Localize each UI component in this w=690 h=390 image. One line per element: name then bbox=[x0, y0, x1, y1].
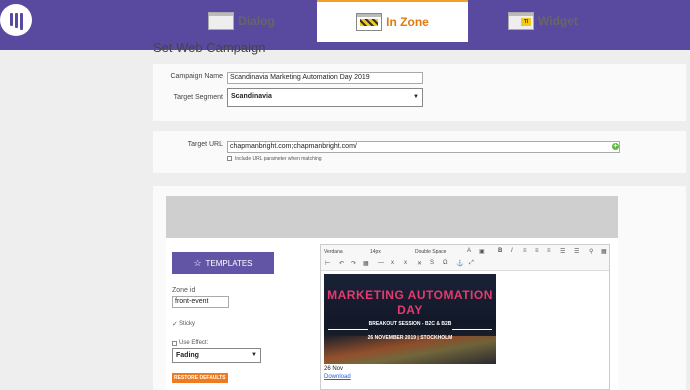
editor-toolbar bbox=[321, 245, 609, 271]
sticky-checkbox[interactable]: ✓ bbox=[172, 320, 178, 328]
horizontal-rule-icon[interactable]: — bbox=[378, 260, 384, 266]
add-url-icon[interactable]: + bbox=[612, 143, 619, 150]
divider bbox=[328, 329, 368, 330]
target-url-label: Target URL bbox=[187, 141, 223, 148]
dialog-icon bbox=[208, 12, 235, 30]
campaign-name-label: Campaign Name bbox=[170, 73, 223, 80]
templates-label: TEMPLATES bbox=[205, 258, 253, 268]
fullscreen-icon[interactable]: ⤢ bbox=[469, 260, 474, 267]
download-link[interactable]: Download bbox=[324, 374, 351, 380]
tab-widget[interactable]: Widget bbox=[468, 0, 618, 42]
banner-date-line: 26 NOVEMBER 2019 | STOCKHOLM bbox=[367, 335, 453, 341]
align-right-icon[interactable]: ≡ bbox=[547, 248, 551, 254]
source-code-icon[interactable]: ⊢ bbox=[325, 260, 330, 267]
line-spacing-select[interactable]: Double Space bbox=[415, 249, 446, 255]
target-segment-select[interactable]: Scandinavia ▼ bbox=[227, 88, 423, 107]
use-effect-checkbox[interactable] bbox=[172, 341, 177, 346]
use-effect-label: Use Effect: bbox=[179, 340, 209, 346]
effect-value: Fading bbox=[176, 352, 199, 359]
restore-defaults-button[interactable]: RESTORE DEFAULTS bbox=[172, 373, 228, 383]
star-icon: ☆ bbox=[193, 257, 202, 268]
align-left-icon[interactable]: ≡ bbox=[523, 248, 527, 254]
widget-icon bbox=[508, 12, 535, 30]
highlight-icon[interactable]: ▣ bbox=[479, 248, 485, 255]
clear-format-icon[interactable]: ✕ bbox=[417, 260, 422, 267]
undo-icon[interactable]: ↶ bbox=[339, 260, 344, 267]
sticky-label: Sticky bbox=[179, 321, 196, 327]
text-color-icon[interactable]: A bbox=[467, 248, 471, 254]
bold-icon[interactable]: B bbox=[498, 248, 502, 254]
image-icon[interactable]: ▦ bbox=[601, 248, 607, 255]
special-char-icon[interactable]: Ω bbox=[443, 260, 448, 266]
strikethrough-icon[interactable]: S bbox=[430, 260, 434, 266]
tab-dialog[interactable]: Dialog bbox=[166, 0, 317, 42]
font-family-select[interactable]: Verdana bbox=[324, 249, 343, 255]
target-url-input[interactable]: chapmanbright.com;chapmanbright.com/ bbox=[227, 141, 620, 153]
event-date-text: 26 Nov bbox=[324, 366, 344, 372]
page-title: Set Web Campaign bbox=[153, 40, 266, 55]
redo-icon[interactable]: ↷ bbox=[351, 260, 356, 267]
campaign-name-input[interactable]: Scandinavia Marketing Automation Day 201… bbox=[227, 72, 423, 84]
tab-in-zone-label: In Zone bbox=[386, 15, 429, 29]
effect-select[interactable]: Fading ▼ bbox=[172, 348, 261, 363]
anchor-icon[interactable]: ⚓ bbox=[456, 260, 463, 267]
target-segment-label: Target Segment bbox=[173, 94, 223, 101]
table-icon[interactable]: ▦ bbox=[363, 260, 369, 267]
target-segment-value: Scandinavia bbox=[231, 93, 272, 100]
marketo-logo-icon[interactable] bbox=[0, 4, 32, 36]
tab-widget-label: Widget bbox=[538, 14, 578, 28]
banner-title-line2: DAY bbox=[397, 303, 423, 317]
font-size-select[interactable]: 14px bbox=[370, 249, 381, 255]
include-param-checkbox[interactable] bbox=[227, 156, 232, 161]
link-icon[interactable]: ⚲ bbox=[589, 248, 593, 255]
banner-title-line1: MARKETING AUTOMATION bbox=[327, 288, 493, 302]
in-zone-icon bbox=[356, 13, 383, 31]
subscript-icon[interactable]: x bbox=[391, 260, 394, 266]
zone-id-label: Zone id bbox=[172, 287, 196, 294]
event-banner-image: MARKETING AUTOMATION DAY BREAKOUT SESSIO… bbox=[324, 274, 496, 364]
tab-in-zone[interactable]: In Zone bbox=[317, 0, 468, 42]
chevron-down-icon: ▼ bbox=[251, 352, 257, 358]
superscript-icon[interactable]: x bbox=[404, 260, 407, 266]
numbered-list-icon[interactable]: ☰ bbox=[574, 248, 579, 255]
align-center-icon[interactable]: ≡ bbox=[535, 248, 539, 254]
divider bbox=[452, 329, 492, 330]
chevron-down-icon: ▼ bbox=[413, 94, 419, 100]
italic-icon[interactable]: I bbox=[511, 248, 513, 254]
bullet-list-icon[interactable]: ☰ bbox=[560, 248, 565, 255]
tab-dialog-label: Dialog bbox=[238, 14, 275, 28]
tab-bar bbox=[166, 196, 618, 238]
banner-subtitle: BREAKOUT SESSION - B2C & B2B bbox=[368, 321, 452, 327]
include-param-label: Include URL parameter when matching bbox=[235, 156, 322, 162]
zone-id-input[interactable]: front-event bbox=[172, 296, 229, 308]
templates-button[interactable]: ☆ TEMPLATES bbox=[172, 252, 274, 274]
